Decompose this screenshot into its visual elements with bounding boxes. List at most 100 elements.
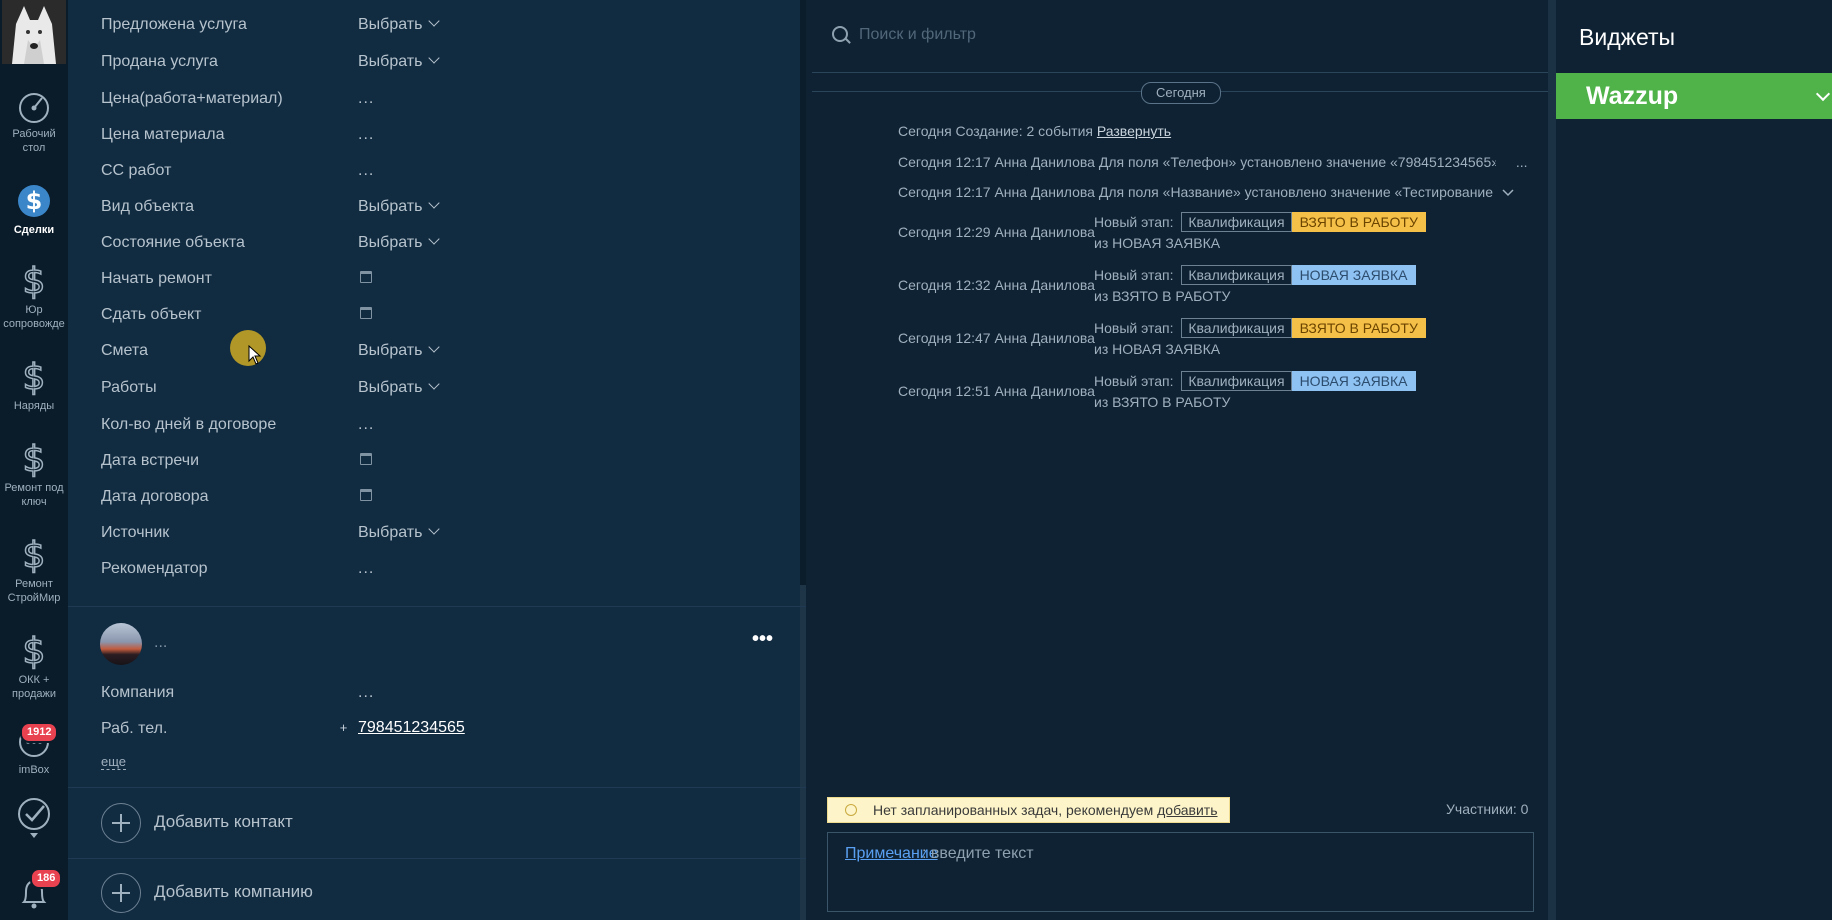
field-input[interactable]: ... (358, 560, 374, 578)
contact-name[interactable]: ... (154, 634, 167, 652)
add-task-link[interactable]: добавить (1157, 802, 1217, 818)
stage-from: из НОВАЯ ЗАЯВКА (1094, 341, 1221, 357)
stage-label: Новый этап: (1094, 267, 1174, 283)
nav-label: Ремонт под ключ (4, 482, 64, 508)
nav-item-imbox[interactable]: imBox 1912 (0, 722, 68, 777)
more-fields-link[interactable]: еще (101, 754, 127, 770)
chevron-down-icon (428, 378, 441, 390)
stage-from: из ВЗЯТО В РАБОТУ (1094, 394, 1231, 410)
svg-text:$: $ (23, 440, 46, 478)
field-label: Начать ремонт (101, 270, 212, 287)
dollar-icon: $ (22, 358, 46, 396)
nav-item-orders[interactable]: $ Наряды (0, 358, 68, 413)
event-author: Сегодня 12:29 Анна Данилова (898, 224, 1095, 240)
field-select[interactable]: Выбрать (358, 378, 441, 397)
field-handover: Сдать объект (101, 302, 681, 328)
field-input[interactable]: ... (358, 90, 374, 108)
chevron-down-icon[interactable] (28, 832, 40, 840)
widget-wazzup[interactable]: Wazzup (1556, 73, 1832, 119)
nav-label: Рабочий стол (12, 128, 56, 154)
search-placeholder: Поиск и фильтр (859, 26, 976, 43)
field-select[interactable]: Выбрать (358, 341, 441, 360)
phone-link[interactable]: 798451234565 (358, 719, 465, 737)
nav-item-dashboard[interactable]: Рабочий стол (0, 88, 68, 155)
field-material-price: Цена материала ... (101, 122, 681, 148)
nav-item-tasks[interactable] (0, 796, 68, 840)
date-picker[interactable] (358, 306, 372, 324)
field-works: Работы Выбрать (101, 375, 681, 401)
field-value: Выбрать (358, 53, 423, 70)
chevron-down-icon (428, 15, 441, 27)
field-contract-date: Дата договора (101, 484, 681, 510)
nav-label: ОКК + продажи (12, 674, 56, 700)
date-picker[interactable] (358, 452, 372, 470)
nav-item-turnkey[interactable]: $ Ремонт под ключ (0, 440, 68, 509)
dollar-icon: $ (22, 632, 46, 670)
date-picker[interactable] (358, 488, 372, 506)
add-phone-icon[interactable]: + (338, 721, 349, 734)
pipeline-tag: Квалификация (1181, 265, 1292, 285)
calendar-icon (360, 271, 372, 283)
plus-circle-icon (101, 803, 141, 843)
contact-more-menu[interactable]: ••• (752, 629, 773, 649)
svg-text:$: $ (23, 632, 46, 670)
note-input[interactable]: Примечание : введите текст (827, 832, 1534, 912)
field-label: Источник (101, 524, 170, 541)
nav-item-okk[interactable]: $ ОКК + продажи (0, 632, 68, 701)
expand-link[interactable]: Развернуть (1097, 123, 1171, 139)
field-input[interactable]: ... (358, 162, 374, 180)
add-contact-label: Добавить контакт (154, 812, 293, 831)
stage-line: Новый этап: Квалификация НОВАЯ ЗАЯВКА (1094, 265, 1416, 285)
feed-event: Сегодня 12:17 Анна Данилова Для поля «Те… (898, 154, 1528, 170)
widget-name: Wazzup (1586, 82, 1679, 110)
field-object-state: Состояние объекта Выбрать (101, 230, 681, 256)
add-contact-button[interactable]: Добавить контакт (101, 803, 501, 843)
cursor-arrow-icon (248, 345, 262, 365)
field-object-type: Вид объекта Выбрать (101, 194, 681, 220)
scrollbar-thumb[interactable] (800, 585, 806, 920)
field-contract-days: Кол-во дней в договоре ... (101, 412, 681, 438)
stage-from: из ВЗЯТО В РАБОТУ (1094, 288, 1231, 304)
svg-text:$: $ (23, 358, 46, 396)
field-label: Компания (101, 684, 175, 701)
field-value: Выбрать (358, 379, 423, 396)
field-select[interactable]: Выбрать (358, 52, 441, 71)
field-select[interactable]: Выбрать (358, 233, 441, 252)
chevron-down-icon[interactable] (1502, 189, 1514, 197)
svg-text:$: $ (23, 536, 46, 574)
nav-label: Сделки (13, 224, 55, 236)
svg-text:$: $ (23, 262, 46, 300)
date-picker[interactable] (358, 270, 372, 288)
widgets-separator (1548, 0, 1556, 920)
field-label: Вид объекта (101, 198, 195, 215)
nav-item-legal[interactable]: $ Юр сопровожде (0, 262, 68, 331)
field-label: Работы (101, 379, 157, 396)
plus-circle-icon (101, 873, 141, 913)
field-select[interactable]: Выбрать (358, 15, 441, 34)
card-scrollbar[interactable] (800, 0, 806, 920)
participants-count[interactable]: Участники: 0 (1446, 801, 1528, 817)
notifications-badge: 186 (30, 868, 63, 889)
nav-item-notifications[interactable]: 186 (0, 868, 68, 914)
contact-avatar[interactable] (100, 623, 142, 665)
field-start-repair: Начать ремонт (101, 266, 681, 292)
field-meeting-date: Дата встречи (101, 448, 681, 474)
field-label: Состояние объекта (101, 234, 245, 251)
add-company-label: Добавить компанию (154, 882, 313, 901)
stage-change-event: Сегодня 12:29 Анна Данилова Новый этап: … (898, 212, 1458, 256)
field-select[interactable]: Выбрать (358, 197, 441, 216)
wolf-avatar-image (2, 0, 66, 64)
nav-item-stroymir[interactable]: $ Ремонт СтройМир (0, 536, 68, 605)
field-input[interactable]: ... (358, 684, 374, 702)
field-select[interactable]: Выбрать (358, 523, 441, 542)
add-company-button[interactable]: Добавить компанию (101, 873, 501, 913)
feed-search-input[interactable]: Поиск и фильтр (832, 24, 1332, 48)
field-input[interactable]: ... (358, 126, 374, 144)
stage-from: из НОВАЯ ЗАЯВКА (1094, 235, 1221, 251)
svg-text:$: $ (26, 187, 43, 215)
user-avatar[interactable] (2, 0, 66, 64)
event-more-link[interactable]: ... (1516, 154, 1528, 170)
nav-item-deals[interactable]: $ Сделки (0, 182, 68, 237)
nav-label: Юр сопровожде (3, 304, 65, 330)
field-input[interactable]: ... (358, 416, 374, 434)
